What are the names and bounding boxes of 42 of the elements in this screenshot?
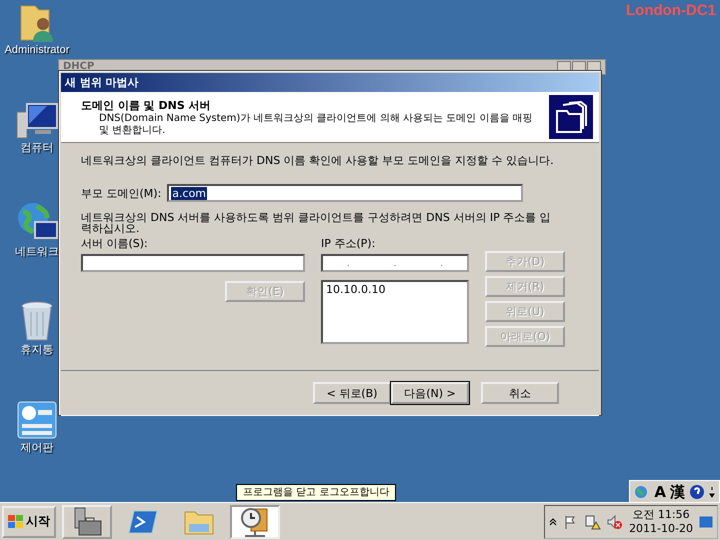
taskbar-button[interactable] [62,504,112,538]
dialog-button[interactable]: 취소 [481,382,559,404]
window-title: 새 범위 마법사 [61,73,599,92]
desktop-icon-label[interactable]: 휴지통 [20,342,54,357]
folders-icon [549,95,593,139]
instruction-text: 네트워크상의 DNS 서버를 사용하도록 범위 클라이언트를 구성하려면 DNS 서버의 IP 주소를 입력하십시오. [81,212,551,234]
desktop-icon-label[interactable]: 네트워크 [15,244,59,259]
recycle-bin-icon [19,300,55,342]
page-description: DNS(Domain Name System)가 네트워크상의 클라이언트에 의해 사용되는 도메인 이름을 매핑 및 변환합니다. [98,112,534,136]
tooltip: 프로그램을 닫고 로그오프합니다 [236,484,396,501]
field-label: 부모 도메인(M): [81,186,162,200]
help-icon[interactable] [689,484,705,500]
windows-logo-icon [8,514,24,528]
input-mode-indicator[interactable]: 漢 [670,482,685,502]
control-panel-icon [16,400,58,440]
speaker-muted-icon[interactable] [607,514,624,530]
field-label: 서버 이름(S): [81,236,149,251]
computer-name-label: London-DC1 [626,2,716,19]
parent-domain-field[interactable]: a.com [167,184,524,202]
desktop-icon-label[interactable]: 제어판 [20,440,54,455]
start-button[interactable]: 시작 [2,506,56,538]
page-title: 도메인 이름 및 DNS 서버 [81,98,212,112]
instruction-text: 네트워크상의 클라이언트 컴퓨터가 DNS 이름 확인에 사용할 부모 도메인을 지정할 수 있습니다. [81,153,555,168]
clock-time[interactable]: 오전 11:56 [632,508,690,522]
window-title: DHCP [63,62,94,72]
desktop-icon-label[interactable]: Administrator [4,44,70,56]
dialog-button[interactable]: 다음(N) > [391,382,469,404]
server-name-field[interactable] [81,254,305,272]
list-item[interactable]: 10.10.0.10 [326,283,464,296]
show-desktop-icon[interactable] [699,516,713,528]
ip-address-list[interactable]: 10.10.0.10 [321,280,469,344]
dialog-button[interactable]: < 뒤로(B) [313,382,391,404]
chevron-up-icon[interactable] [549,518,558,526]
options-icon[interactable] [709,485,715,499]
desktop-icon-label[interactable]: 컴퓨터 [20,140,54,155]
clock-date[interactable]: 2011-10-20 [629,522,693,536]
powershell-icon [128,508,158,534]
network-warning-icon[interactable] [585,514,602,530]
field-label: IP 주소(P): [321,236,376,251]
input-mode-indicator[interactable]: A [654,483,666,501]
taskbar-button[interactable] [230,504,280,538]
ip-address-field[interactable]: . . . [321,254,469,272]
